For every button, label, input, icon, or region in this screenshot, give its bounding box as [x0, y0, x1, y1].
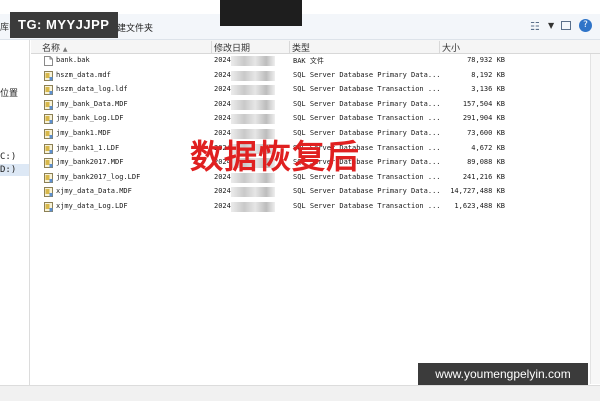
db-icon [44, 85, 53, 96]
file-name: jmy_bank2017_log.LDF [56, 172, 141, 181]
file-size: 4,672 KB [471, 143, 505, 152]
status-bar [0, 385, 600, 401]
file-date: 2024 [214, 202, 231, 210]
view-options-icon[interactable]: ☷ [530, 20, 540, 33]
redaction-block [220, 0, 302, 26]
file-row[interactable]: bank.bak 2024 BAK 文件 78,932 KB [31, 54, 600, 68]
file-type: SQL Server Database Transaction ... [293, 85, 441, 94]
db-icon [44, 114, 53, 125]
file-name: bank.bak [56, 56, 90, 64]
db-icon [44, 70, 53, 81]
file-date: 2024 [214, 70, 231, 79]
db-icon [44, 202, 53, 212]
overlay-caption: 数据恢复后 [190, 137, 360, 176]
file-date: 2024 [214, 187, 231, 196]
file-type: SQL Server Database Transaction ... [293, 114, 441, 123]
date-redaction [231, 70, 275, 81]
file-name: jmy_bank1_1.LDF [56, 143, 120, 152]
file-row[interactable]: jmy_bank_Log.LDF 2024 SQL Server Database … [31, 112, 600, 126]
file-row[interactable]: jmy_bank_Data.MDF 2024 SQL Server Database… [31, 98, 600, 112]
file-name: hszm_data.mdf [56, 70, 111, 79]
navigation-pane: 位置 C:) D:) [0, 40, 30, 385]
file-row[interactable]: hszm_data_log.ldf 2024 SQL Server Database… [31, 83, 600, 97]
file-size: 1,623,488 KB [454, 202, 505, 210]
column-name[interactable]: 名称 ▲ [40, 41, 212, 54]
file-icon [44, 56, 53, 66]
file-row[interactable]: xjmy_data_Log.LDF 2024 SQL Server Database… [31, 200, 600, 214]
file-size: 157,504 KB [462, 99, 505, 108]
file-size: 241,216 KB [462, 172, 505, 181]
nav-item-drive-d[interactable]: D:) [0, 165, 16, 175]
date-redaction [231, 99, 275, 110]
file-size: 89,088 KB [467, 158, 505, 167]
help-icon[interactable]: ? [579, 19, 592, 32]
file-date: 2024 [214, 85, 231, 94]
db-icon [44, 143, 53, 154]
file-date: 2024 [214, 99, 231, 108]
vertical-scrollbar[interactable] [590, 54, 600, 384]
watermark-top: TG: MYYJJPP [10, 12, 118, 38]
file-size: 14,727,488 KB [450, 187, 505, 196]
file-name: jmy_bank2017.MDF [56, 158, 124, 167]
column-date[interactable]: 修改日期 [211, 41, 290, 54]
file-name: hszm_data_log.ldf [56, 85, 128, 94]
file-name: xjmy_data_Data.MDF [56, 187, 132, 196]
file-size: 73,600 KB [467, 129, 505, 137]
file-row[interactable]: xjmy_data_Data.MDF 2024 SQL Server Databas… [31, 185, 600, 199]
column-header: 名称 ▲ 修改日期 类型 大小 [31, 40, 600, 54]
file-date: 2024 [214, 56, 231, 64]
file-name: jmy_bank1.MDF [56, 129, 111, 137]
watermark-bottom: www.youmengpelyin.com [418, 363, 588, 385]
file-size: 78,932 KB [467, 56, 505, 64]
file-type: SQL Server Database Primary Data... [293, 99, 441, 108]
db-icon [44, 129, 53, 139]
db-icon [44, 172, 53, 183]
file-date: 2024 [214, 114, 231, 123]
db-icon [44, 99, 53, 110]
file-type: SQL Server Database Transaction ... [293, 202, 441, 210]
file-size: 8,192 KB [471, 70, 505, 79]
view-dropdown-icon[interactable]: ▼ [548, 21, 554, 30]
date-redaction [231, 85, 275, 96]
file-type: BAK 文件 [293, 57, 324, 65]
db-icon [44, 158, 53, 169]
nav-item-drive-c[interactable]: C:) [0, 152, 16, 162]
preview-pane-icon[interactable] [561, 21, 571, 30]
date-redaction [231, 187, 275, 198]
file-name: jmy_bank_Data.MDF [56, 99, 128, 108]
column-type[interactable]: 类型 [289, 41, 440, 54]
date-redaction [231, 114, 275, 125]
db-icon [44, 187, 53, 198]
file-size: 291,904 KB [462, 114, 505, 123]
file-name: jmy_bank_Log.LDF [56, 114, 124, 123]
file-type: SQL Server Database Primary Data... [293, 70, 441, 79]
column-size[interactable]: 大小 [439, 41, 512, 54]
date-redaction [231, 56, 275, 66]
file-size: 3,136 KB [471, 85, 505, 94]
nav-item-location[interactable]: 位置 [0, 86, 18, 99]
date-redaction [231, 202, 275, 212]
file-name: xjmy_data_Log.LDF [56, 202, 128, 210]
file-row[interactable]: hszm_data.mdf 2024 SQL Server Database Pri… [31, 69, 600, 83]
file-type: SQL Server Database Primary Data... [293, 187, 441, 196]
sort-asc-icon: ▲ [62, 46, 68, 53]
